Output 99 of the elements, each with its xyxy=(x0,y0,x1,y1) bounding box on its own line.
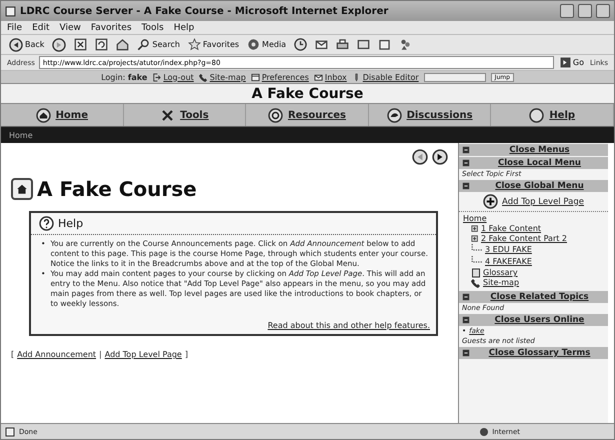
tools-icon xyxy=(160,108,176,122)
tree-item[interactable]: 1 Fake Content xyxy=(463,224,604,234)
star-icon xyxy=(188,38,201,51)
nav-tab[interactable]: Help xyxy=(491,104,614,126)
resources-icon xyxy=(268,108,283,122)
page-title: A Fake Course xyxy=(37,177,197,201)
window-icon xyxy=(250,72,260,82)
phone-icon xyxy=(471,278,481,288)
back-button[interactable]: Back xyxy=(7,38,46,52)
collapse-icon xyxy=(462,293,470,301)
stop-button[interactable] xyxy=(72,38,90,51)
media-icon xyxy=(247,38,260,51)
sitemap-link[interactable]: Site-map xyxy=(198,72,246,82)
search-icon xyxy=(137,38,150,51)
book-icon xyxy=(471,268,481,278)
tree-item[interactable]: 2 Fake Content Part 2 xyxy=(463,234,604,244)
add-page-link[interactable]: Add Top Level Page xyxy=(459,192,608,212)
previous-icon xyxy=(412,149,428,165)
expand-icon xyxy=(471,225,479,233)
separator: | xyxy=(99,350,102,359)
globe-icon xyxy=(479,426,490,436)
tree-item[interactable]: Site-map xyxy=(463,278,604,288)
login-label: Login: fake xyxy=(101,72,148,82)
people-icon xyxy=(399,38,412,51)
bracket: [ xyxy=(11,350,14,359)
home-button[interactable] xyxy=(11,178,33,200)
action-link[interactable]: Add Top Level Page xyxy=(104,350,182,359)
menu-header[interactable]: Close Glossary Terms xyxy=(459,347,608,359)
expand-icon xyxy=(471,235,479,243)
collapse-icon xyxy=(462,182,470,190)
menu-header[interactable]: Close Global Menu xyxy=(459,180,608,192)
document-icon xyxy=(357,38,370,51)
stop-icon xyxy=(74,38,88,51)
menu-item[interactable]: Help xyxy=(174,22,194,32)
course-select[interactable] xyxy=(424,72,486,82)
nav-tab[interactable]: Home xyxy=(1,104,124,126)
window-title: LDRC Course Server - A Fake Course - Microsoft Internet Explorer xyxy=(20,6,390,16)
editor-link[interactable]: Disable Editor xyxy=(352,72,419,82)
nav-tab[interactable]: Resources xyxy=(246,104,369,126)
logout-link[interactable]: Log-out xyxy=(152,72,194,82)
forward-button[interactable] xyxy=(50,38,68,52)
help-link[interactable]: Read about this and other help features. xyxy=(31,313,436,334)
next-icon xyxy=(432,149,448,165)
mail-icon xyxy=(315,38,328,51)
window-icon xyxy=(378,38,392,51)
home-icon xyxy=(16,183,28,195)
maximize-button[interactable] xyxy=(578,4,592,18)
menu-header[interactable]: Close Menus xyxy=(459,144,608,156)
phone-icon xyxy=(198,72,208,82)
inbox-link[interactable]: Inbox xyxy=(314,72,347,82)
discussions-icon xyxy=(386,108,402,122)
mail-button[interactable] xyxy=(313,38,330,51)
menu-header[interactable]: Close Related Topics xyxy=(459,291,608,303)
refresh-icon xyxy=(95,38,108,51)
browser-icon xyxy=(5,6,16,16)
minimize-button[interactable] xyxy=(560,4,574,18)
page-icon xyxy=(5,426,15,436)
history-button[interactable] xyxy=(292,38,310,51)
collapse-icon xyxy=(462,349,470,357)
menu-item[interactable]: Edit xyxy=(32,22,50,32)
collapse-icon xyxy=(462,146,470,154)
exit-icon xyxy=(152,72,162,82)
edit-button[interactable] xyxy=(355,38,372,51)
printer-icon xyxy=(336,38,350,51)
home-button[interactable] xyxy=(114,38,132,51)
breadcrumb-link[interactable]: Home xyxy=(9,130,33,140)
prefs-link[interactable]: Preferences xyxy=(250,72,309,82)
nav-tab[interactable]: Tools xyxy=(124,104,246,126)
tree-item[interactable]: 3 EDU FAKE xyxy=(463,244,604,256)
media-button[interactable]: Media xyxy=(245,38,288,51)
search-button[interactable]: Search xyxy=(135,38,182,51)
print-button[interactable] xyxy=(334,38,352,51)
bracket: ] xyxy=(184,350,188,359)
favorites-button[interactable]: Favorites xyxy=(186,38,242,51)
home-icon xyxy=(36,108,51,122)
menu-item[interactable]: Favorites xyxy=(90,22,132,32)
menu-item[interactable]: View xyxy=(60,22,81,32)
menu-item[interactable]: File xyxy=(7,22,22,32)
collapse-icon xyxy=(462,316,470,324)
tree-item[interactable]: 4 FAKEFAKE xyxy=(463,256,604,268)
home-icon xyxy=(116,38,130,51)
course-title: A Fake Course xyxy=(1,84,614,104)
mail-icon xyxy=(314,72,323,82)
menu-header[interactable]: Close Users Online xyxy=(459,314,608,326)
tree-item[interactable]: Glossary xyxy=(463,268,604,278)
history-icon xyxy=(294,38,308,51)
add-icon xyxy=(483,194,498,209)
nav-tab[interactable]: Discussions xyxy=(368,104,492,126)
collapse-icon xyxy=(462,159,470,167)
go-button[interactable]: Go xyxy=(558,57,586,68)
close-button[interactable] xyxy=(596,4,610,18)
action-link[interactable]: Add Announcement xyxy=(17,350,96,359)
refresh-button[interactable] xyxy=(93,38,110,51)
back-icon xyxy=(9,38,23,52)
menu-header[interactable]: Close Local Menu xyxy=(459,157,608,169)
help-title: Help xyxy=(58,217,84,230)
forward-icon xyxy=(52,38,66,52)
tree-item[interactable]: Home xyxy=(463,214,604,224)
menu-item[interactable]: Tools xyxy=(142,22,164,32)
